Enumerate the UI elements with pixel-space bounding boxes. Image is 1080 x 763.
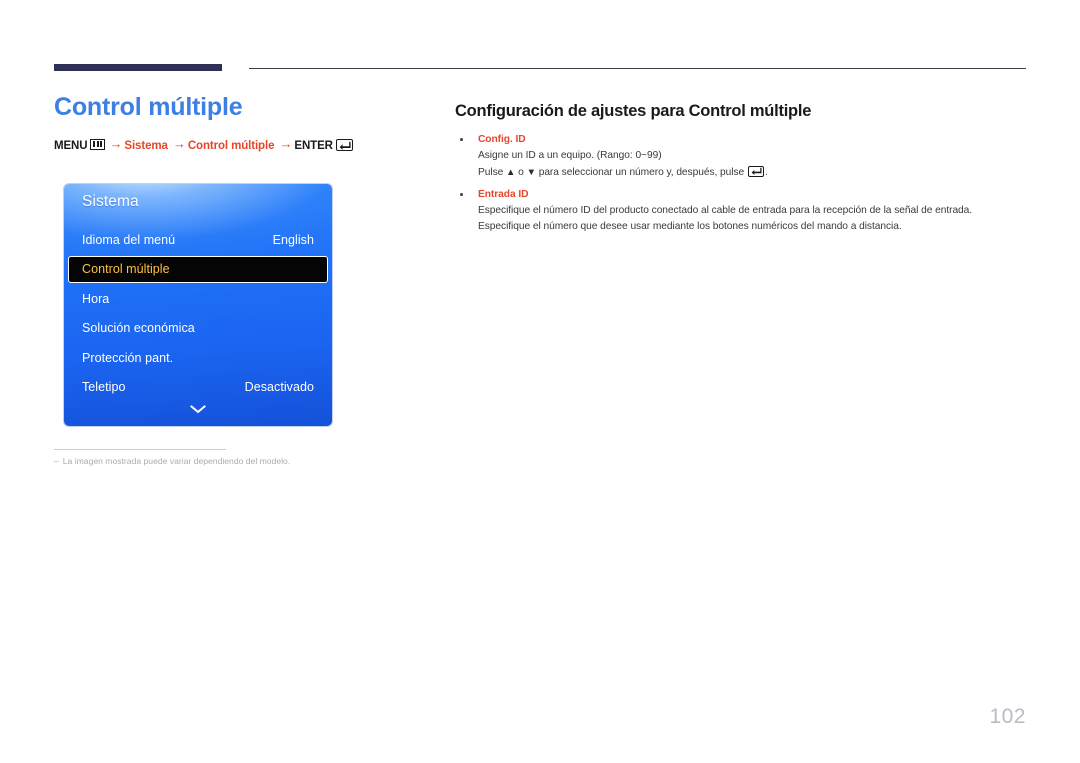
bullet-block-config-id: Config. ID Asigne un ID a un equipo. (Ra…	[455, 132, 1030, 180]
osd-selection-highlight: Control múltiple	[68, 255, 328, 283]
left-column: Control múltiple MENU → Sistema → Control m…	[54, 92, 424, 153]
bullet-block-entrada-id: Entrada ID Especifique el número ID del …	[455, 187, 1030, 234]
footnote-text: La imagen mostrada puede variar dependie…	[62, 456, 291, 466]
menu-bars-icon	[90, 139, 106, 150]
footnote: – La imagen mostrada puede variar dependi…	[54, 455, 414, 467]
page-title: Control múltiple	[54, 93, 243, 121]
section-title: Configuración de ajustes para Control mú…	[455, 102, 812, 120]
bullet-line-text: Asigne un ID a un equipo. (Rango: 0~99)	[478, 150, 662, 161]
right-column: Configuración de ajustes para Control mú…	[455, 100, 1030, 241]
osd-row-label: Protección pant.	[82, 350, 174, 365]
chevron-down-icon[interactable]	[64, 405, 332, 414]
osd-row-label: Hora	[82, 291, 110, 306]
bullet-line-tail: .	[764, 166, 768, 178]
footnote-rule	[54, 449, 226, 450]
page-number: 102	[989, 705, 1026, 728]
header-thin-rule	[249, 68, 1026, 69]
bullet-heading-text: Entrada ID	[478, 189, 529, 200]
triangle-up-icon: ▲	[506, 166, 516, 178]
footnote-dash: –	[54, 456, 59, 466]
page-header-rules	[54, 64, 1026, 76]
bullet-dot-icon	[460, 138, 463, 141]
breadcrumb-arrow-3: →	[279, 136, 293, 151]
breadcrumb-step-control-multiple[interactable]: Control múltiple	[188, 140, 275, 152]
breadcrumb-arrow-1: →	[109, 136, 123, 151]
osd-row-hora[interactable]: Hora	[64, 284, 332, 314]
bullet-line: Especifique el número ID del producto co…	[455, 203, 1030, 219]
bullet-heading: Config. ID	[455, 132, 1030, 148]
bullet-heading: Entrada ID	[455, 187, 1030, 203]
breadcrumb-arrow-2: →	[172, 136, 186, 151]
breadcrumb: MENU → Sistema → Control múltiple → ENTER	[54, 137, 424, 153]
bullet-line-text: Pulse	[478, 166, 507, 178]
bullet-line-post: para seleccionar un número y, después, p…	[535, 166, 747, 178]
osd-row-teletipo[interactable]: Teletipo Desactivado	[64, 373, 332, 403]
triangle-down-icon: ▼	[526, 166, 536, 178]
bullet-line: Especifique el número que desee usar med…	[455, 219, 1030, 235]
bullet-heading-text: Config. ID	[478, 134, 526, 145]
osd-row-value: English	[272, 232, 314, 247]
osd-row-label: Idioma del menú	[82, 232, 176, 247]
bullet-line-text: Especifique el número que desee usar med…	[478, 220, 902, 232]
osd-row-idioma-del-menu[interactable]: Idioma del menú English	[64, 225, 332, 255]
bullet-line: Pulse ▲ o ▼ para seleccionar un número y…	[455, 164, 1030, 181]
breadcrumb-enter-label: ENTER	[294, 140, 333, 152]
osd-row-solucion-economica[interactable]: Solución económica	[64, 314, 332, 344]
osd-panel-title: Sistema	[82, 193, 139, 210]
osd-row-control-multiple[interactable]: Control múltiple	[64, 255, 332, 285]
bullet-line-mid: o	[515, 166, 527, 178]
osd-menu-list: Idioma del menú English Control múltiple…	[64, 225, 332, 402]
breadcrumb-menu-label: MENU	[54, 140, 88, 152]
osd-row-label: Control múltiple	[82, 262, 170, 277]
osd-row-value: Desactivado	[244, 380, 314, 395]
bullet-dot-icon	[460, 193, 463, 196]
breadcrumb-step-sistema[interactable]: Sistema	[124, 140, 168, 152]
bullet-line: Asigne un ID a un equipo. (Rango: 0~99)	[455, 148, 1030, 164]
osd-row-proteccion-pant[interactable]: Protección pant.	[64, 343, 332, 373]
header-accent-bar	[54, 64, 222, 71]
osd-row-label: Teletipo	[82, 380, 126, 395]
osd-panel-sistema[interactable]: Sistema Idioma del menú English Control …	[64, 184, 332, 426]
enter-key-icon	[747, 165, 764, 177]
enter-key-icon	[335, 139, 353, 151]
bullet-line-text: Especifique el número ID del producto co…	[478, 205, 973, 216]
osd-row-label: Solución económica	[82, 321, 195, 336]
